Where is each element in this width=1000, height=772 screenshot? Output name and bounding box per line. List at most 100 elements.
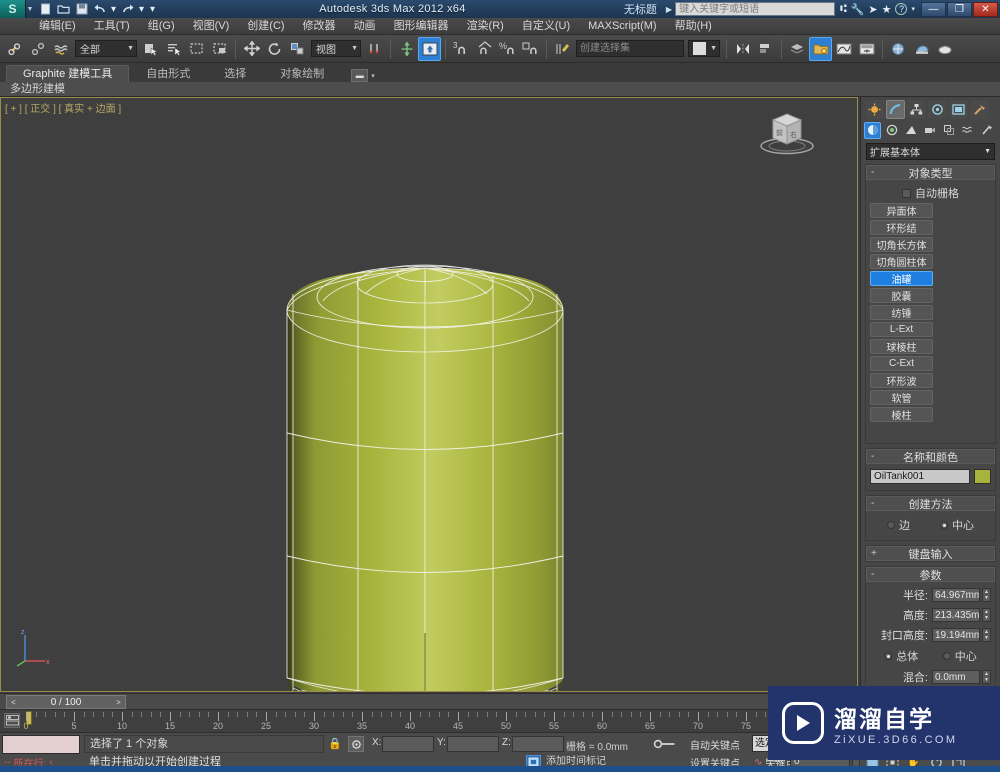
help-dropdown-icon[interactable]: ▾	[911, 5, 915, 13]
menu-help[interactable]: 帮助(H)	[666, 18, 721, 35]
radio-overall[interactable]: 总体	[884, 648, 918, 664]
redo-dropdown-icon[interactable]: ▾	[138, 2, 145, 17]
btn-ringwave[interactable]: 环形波	[870, 373, 933, 388]
absolute-relative-transform-toggle-icon[interactable]	[348, 736, 364, 752]
bind-to-space-warp-icon[interactable]	[50, 37, 73, 61]
select-and-move-icon[interactable]	[240, 37, 263, 61]
cp-tab-utilities[interactable]	[970, 99, 989, 119]
coord-z-input[interactable]	[512, 736, 564, 752]
param-height-input[interactable]: 213.435m	[932, 608, 980, 622]
param-blend-spinner[interactable]: ▲ ▼	[982, 670, 991, 684]
percent-snap-toggle-icon[interactable]: %	[496, 37, 519, 61]
select-and-manipulate-icon[interactable]	[395, 37, 418, 61]
help-icon[interactable]: ?	[895, 3, 908, 15]
btn-torus-knot[interactable]: 环形结	[870, 220, 933, 235]
align-icon[interactable]	[754, 37, 777, 61]
next-frame-icon[interactable]: >	[112, 698, 125, 707]
tab-selection[interactable]: 选择	[207, 65, 263, 82]
new-file-icon[interactable]	[38, 2, 53, 17]
cp-tab-modify[interactable]	[886, 99, 905, 119]
curve-editor-icon[interactable]	[832, 37, 855, 61]
rollout-header-object-type[interactable]: - 对象类型	[866, 165, 995, 180]
cp-tab-motion[interactable]	[928, 99, 947, 119]
layer-manager-icon[interactable]	[786, 37, 809, 61]
maximize-button[interactable]: ❐	[947, 1, 972, 17]
menu-create[interactable]: 创建(C)	[238, 18, 293, 35]
prev-frame-icon[interactable]: <	[7, 698, 20, 707]
menu-tools[interactable]: 工具(T)	[85, 18, 139, 35]
render-setup-icon[interactable]	[887, 37, 910, 61]
menu-modifiers[interactable]: 修改器	[294, 18, 345, 35]
redo-icon[interactable]	[120, 2, 135, 17]
btn-oil-tank[interactable]: 油罐	[870, 271, 933, 286]
rollout-header-parameters[interactable]: - 参数	[866, 567, 995, 582]
select-and-rotate-icon[interactable]	[263, 37, 286, 61]
param-cap-height-input[interactable]: 19.194mm	[932, 628, 980, 642]
radio-edge[interactable]: 边	[887, 517, 910, 533]
use-pivot-point-center-icon[interactable]	[363, 37, 386, 61]
autogrid-checkbox[interactable]	[902, 188, 911, 198]
material-editor-icon[interactable]	[855, 37, 878, 61]
ribbon-display-mode-icon[interactable]: ▬	[351, 69, 369, 82]
radio-centers[interactable]: 中心	[942, 648, 977, 664]
mirror-icon[interactable]	[731, 37, 754, 61]
menu-rendering[interactable]: 渲染(R)	[458, 18, 513, 35]
rollout-header-creation-method[interactable]: - 创建方法	[866, 496, 995, 511]
select-by-name-icon[interactable]	[162, 37, 185, 61]
selection-filter-combo[interactable]: 全部 ▼	[75, 40, 137, 57]
unlink-selection-icon[interactable]	[27, 37, 50, 61]
time-slider-handle[interactable]: < 0 / 100 >	[6, 695, 126, 709]
rendered-frame-window-icon[interactable]	[910, 37, 933, 61]
schematic-view-icon[interactable]	[809, 36, 832, 61]
menu-graph-editors[interactable]: 图形编辑器	[385, 18, 458, 35]
undo-icon[interactable]	[92, 2, 107, 17]
btn-gengon[interactable]: 球棱柱	[870, 339, 933, 354]
tab-graphite-modeling-tools[interactable]: Graphite 建模工具	[6, 65, 130, 82]
param-radius-spinner[interactable]: ▲ ▼	[982, 588, 991, 602]
search-expand-icon[interactable]: ▶	[663, 5, 675, 14]
snaps-toggle-icon[interactable]: 3	[450, 37, 473, 61]
menu-animation[interactable]: 动画	[345, 18, 385, 35]
tab-freeform[interactable]: 自由形式	[129, 65, 207, 82]
cp-tab-create[interactable]	[865, 99, 884, 119]
autogrid-row[interactable]: 自动栅格	[870, 183, 991, 203]
geometry-icon[interactable]	[864, 121, 881, 139]
edit-named-selection-sets-icon[interactable]	[551, 37, 574, 61]
param-height-spinner[interactable]: ▲ ▼	[982, 608, 991, 622]
space-warps-icon[interactable]	[959, 122, 976, 139]
undo-dropdown-icon[interactable]: ▾	[110, 2, 117, 17]
menu-customize[interactable]: 自定义(U)	[513, 18, 579, 35]
keyboard-shortcut-override-icon[interactable]	[418, 36, 441, 61]
select-and-scale-icon[interactable]	[286, 37, 309, 61]
coord-x-input[interactable]	[382, 736, 434, 752]
search-input[interactable]: 键入关键字或短语	[675, 2, 836, 16]
oil-tank-object[interactable]: z	[1, 98, 858, 692]
selection-lock-icon[interactable]: 🔒	[328, 737, 342, 750]
window-crossing-icon[interactable]	[208, 37, 231, 61]
binoculars-icon[interactable]: ⑆	[840, 3, 847, 15]
reference-coordinate-combo[interactable]: 视图 ▼	[311, 40, 361, 57]
tab-object-paint[interactable]: 对象绘制	[263, 65, 341, 82]
btn-chamfer-cylinder[interactable]: 切角圆柱体	[870, 254, 933, 269]
render-production-icon[interactable]	[933, 37, 956, 61]
btn-hedra[interactable]: 异面体	[870, 203, 933, 218]
menu-views[interactable]: 视图(V)	[184, 18, 239, 35]
cp-tab-display[interactable]	[949, 99, 968, 119]
object-color-swatch[interactable]	[974, 469, 991, 484]
rollout-header-name-and-color[interactable]: - 名称和颜色	[866, 449, 995, 464]
open-file-icon[interactable]	[56, 2, 71, 17]
btn-hose[interactable]: 软管	[870, 390, 933, 405]
cp-tab-hierarchy[interactable]	[907, 99, 926, 119]
btn-capsule[interactable]: 胶囊	[870, 288, 933, 303]
view-cube[interactable]: 前 右	[753, 106, 821, 156]
btn-prism[interactable]: 棱柱	[870, 407, 933, 422]
btn-spindle[interactable]: 纺锤	[870, 305, 933, 320]
key-mode-toggle-icon[interactable]	[648, 735, 682, 753]
cameras-icon[interactable]	[921, 122, 938, 139]
app-logo-icon[interactable]: S	[0, 0, 26, 18]
qat-customize-icon[interactable]: ▾	[148, 2, 157, 17]
cursor-icon[interactable]: ➤	[868, 3, 877, 16]
viewport[interactable]: [ + ] [ 正交 ] [ 真实 + 边面 ] z 前 右 z x	[0, 97, 858, 692]
select-object-icon[interactable]	[139, 37, 162, 61]
auto-key-button[interactable]: 自动关键点	[690, 737, 740, 752]
